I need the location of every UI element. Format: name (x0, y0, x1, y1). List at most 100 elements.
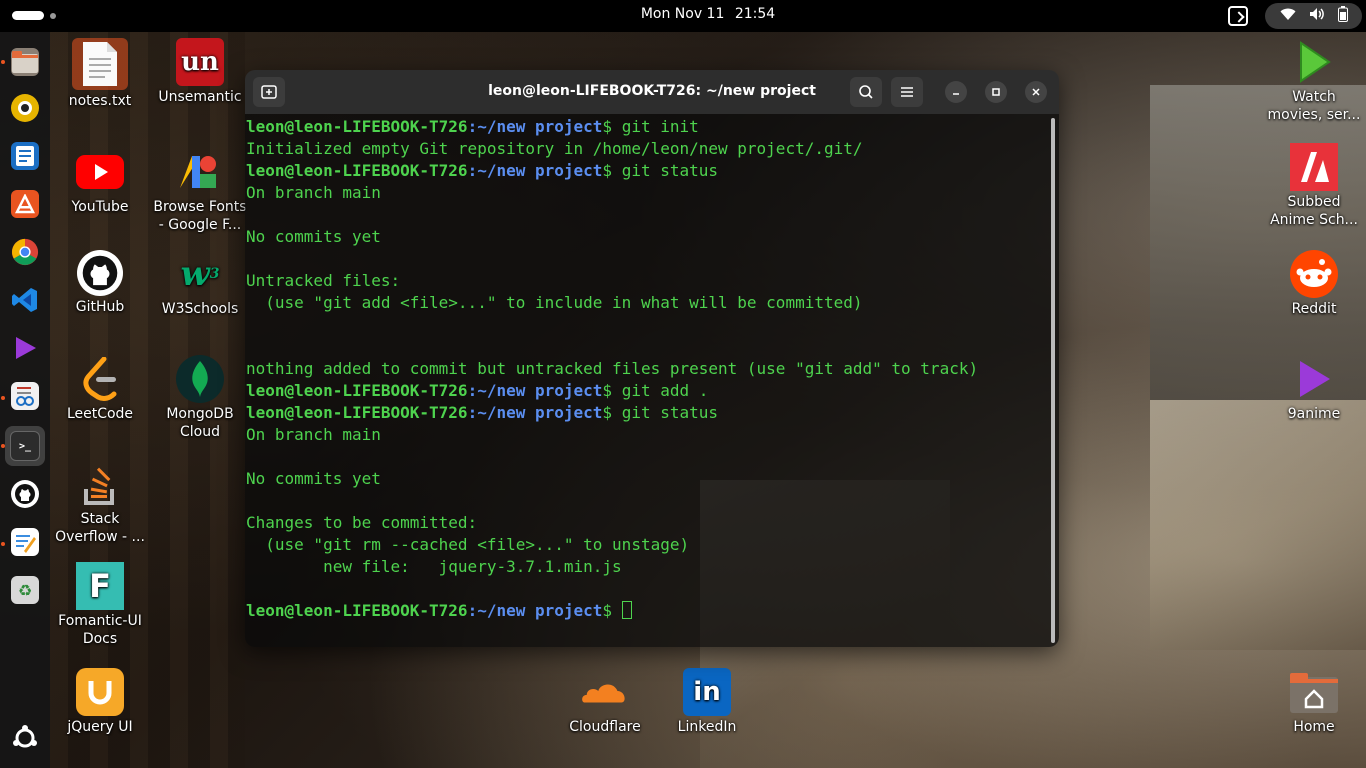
reddit-icon (1290, 250, 1338, 298)
terminal-scrollbar[interactable] (1051, 118, 1055, 643)
desktop-icon-9anime[interactable]: 9anime (1264, 355, 1364, 423)
chrome-icon (11, 238, 39, 266)
battery-icon (1337, 6, 1348, 26)
files-icon (11, 48, 39, 76)
vscode-icon (11, 286, 39, 314)
desktop-icon-stackoverflow[interactable]: Stack Overflow - ... (50, 460, 150, 546)
terminal-output[interactable]: leon@leon-LIFEBOOK-T726:~/new project$ g… (245, 114, 1059, 647)
prompt-user: leon@leon-LIFEBOOK-T726 (246, 403, 468, 422)
dock-item-document-viewer[interactable] (5, 376, 45, 416)
minimize-button[interactable] (945, 81, 967, 103)
dock: >_ ♻ (0, 32, 50, 768)
dock-item-9anime[interactable] (5, 328, 45, 368)
prompt-path: :~/new project (467, 403, 603, 422)
search-button[interactable] (850, 77, 882, 107)
desktop-icon-github[interactable]: GitHub (50, 250, 150, 316)
prompt-symbol: $ (602, 161, 613, 180)
maximize-icon (992, 88, 1000, 96)
terminal-prompt-line: leon@leon-LIFEBOOK-T726:~/new project$ g… (246, 160, 978, 182)
maximize-button[interactable] (985, 81, 1007, 103)
prompt-path: :~/new project (467, 117, 603, 136)
desktop-icon-label-line2: Anime Sch... (1270, 212, 1358, 228)
desktop-icon-label-line1: MongoDB (166, 406, 234, 422)
dock-item-text-editor[interactable] (5, 522, 45, 562)
terminal-window[interactable]: leon@leon-LIFEBOOK-T726: ~/new project l… (245, 70, 1059, 647)
desktop-icon-leetcode[interactable]: LeetCode (50, 355, 150, 423)
terminal-output-line: Changes to be committed: (246, 513, 478, 532)
desktop-icon-fomantic[interactable]: F Fomantic-UI Docs (50, 562, 150, 648)
dock-item-show-apps[interactable] (5, 718, 45, 758)
desktop-icon-linkedin[interactable]: in LinkedIn (657, 668, 757, 736)
desktop-icon-home[interactable]: Home (1264, 668, 1364, 736)
desktop-icon-label-line1: Stack (80, 511, 120, 527)
desktop-icon-jqueryui[interactable]: jQuery UI (50, 668, 150, 736)
play-icon (1290, 355, 1338, 403)
desktop-icon-label: GitHub (75, 299, 125, 315)
terminal-headerbar[interactable]: leon@leon-LIFEBOOK-T726: ~/new project (245, 70, 1059, 114)
desktop-icon-label: W3Schools (161, 301, 239, 317)
menu-button[interactable] (891, 77, 923, 107)
dock-item-rhythmbox[interactable] (5, 88, 45, 128)
dock-running-indicator (1, 60, 5, 64)
desktop-icon-watch-movies[interactable]: Watch movies, ser... (1264, 38, 1364, 124)
desktop-icon-youtube[interactable]: YouTube (50, 148, 150, 216)
desktop-icon-unsemantic[interactable]: un Unsemantic (150, 38, 250, 106)
terminal-icon: >_ (10, 431, 40, 461)
wallpaper-book (1150, 400, 1366, 650)
desktop-icon-reddit[interactable]: Reddit (1264, 250, 1364, 318)
dock-item-app-center[interactable] (5, 184, 45, 224)
rhythmbox-icon (11, 94, 39, 122)
volume-icon (1309, 7, 1325, 25)
dock-item-files[interactable] (5, 42, 45, 82)
desktop-icon-browse-fonts[interactable]: Browse Fonts - Google F... (150, 148, 250, 234)
command-text: git status (612, 161, 719, 180)
prompt-symbol: $ (602, 403, 613, 422)
play-icon (1290, 38, 1338, 86)
desktop-icon-label-line1: Fomantic-UI (58, 613, 142, 629)
desktop-icon-label: Cloudflare (569, 719, 641, 735)
terminal-prompt-line: leon@leon-LIFEBOOK-T726:~/new project$ g… (246, 402, 978, 424)
mongodb-leaf-icon (176, 355, 224, 403)
command-text: git add . (612, 381, 709, 400)
desktop-icon-mongodb[interactable]: MongoDB Cloud (150, 355, 250, 441)
dock-item-github[interactable] (5, 474, 45, 514)
terminal-prompt-line: leon@leon-LIFEBOOK-T726:~/new project$ g… (246, 380, 978, 402)
desktop-icon-notes[interactable]: notes.txt (50, 38, 150, 110)
prompt-symbol: $ (602, 381, 613, 400)
desktop-icon-label-line2: movies, ser... (1267, 107, 1361, 123)
leetcode-icon (76, 355, 124, 403)
document-viewer-icon (11, 382, 39, 410)
system-status-menu[interactable] (1265, 3, 1362, 29)
unsemantic-icon: un (176, 38, 224, 86)
prompt-user: leon@leon-LIFEBOOK-T726 (246, 601, 468, 620)
desktop-icon-label: notes.txt (68, 93, 132, 109)
close-button[interactable] (1025, 81, 1047, 103)
desktop-icon-w3schools[interactable]: w3 W3Schools (150, 250, 250, 318)
dock-item-terminal[interactable]: >_ (5, 426, 45, 466)
prompt-user: leon@leon-LIFEBOOK-T726 (246, 161, 468, 180)
fomantic-icon: F (76, 562, 124, 610)
text-editor-icon (11, 528, 39, 556)
desktop-icon-label: jQuery UI (67, 719, 133, 735)
close-icon (1032, 88, 1040, 96)
subbed-anime-icon (1290, 143, 1338, 191)
dock-item-libreoffice-writer[interactable] (5, 136, 45, 176)
terminal-prompt-line: leon@leon-LIFEBOOK-T726:~/new project$ g… (246, 116, 978, 138)
clock[interactable]: Mon Nov 11 21:54 (0, 6, 1366, 22)
desktop-icon-subbed-anime[interactable]: Subbed Anime Sch... (1264, 143, 1364, 229)
terminal-output-line: Untracked files: (246, 271, 401, 290)
dock-running-indicator (1, 542, 5, 546)
clock-time: 21:54 (734, 6, 776, 22)
terminal-output-line: Initialized empty Git repository in /hom… (246, 139, 863, 158)
hamburger-icon (901, 87, 913, 97)
screen-share-icon[interactable] (1228, 6, 1248, 26)
desktop-icon-cloudflare[interactable]: Cloudflare (555, 668, 655, 736)
dock-item-vscode[interactable] (5, 280, 45, 320)
dock-item-trash[interactable]: ♻ (5, 570, 45, 610)
desktop-icon-label-line1: Subbed (1287, 194, 1341, 210)
dock-item-chrome[interactable] (5, 232, 45, 272)
